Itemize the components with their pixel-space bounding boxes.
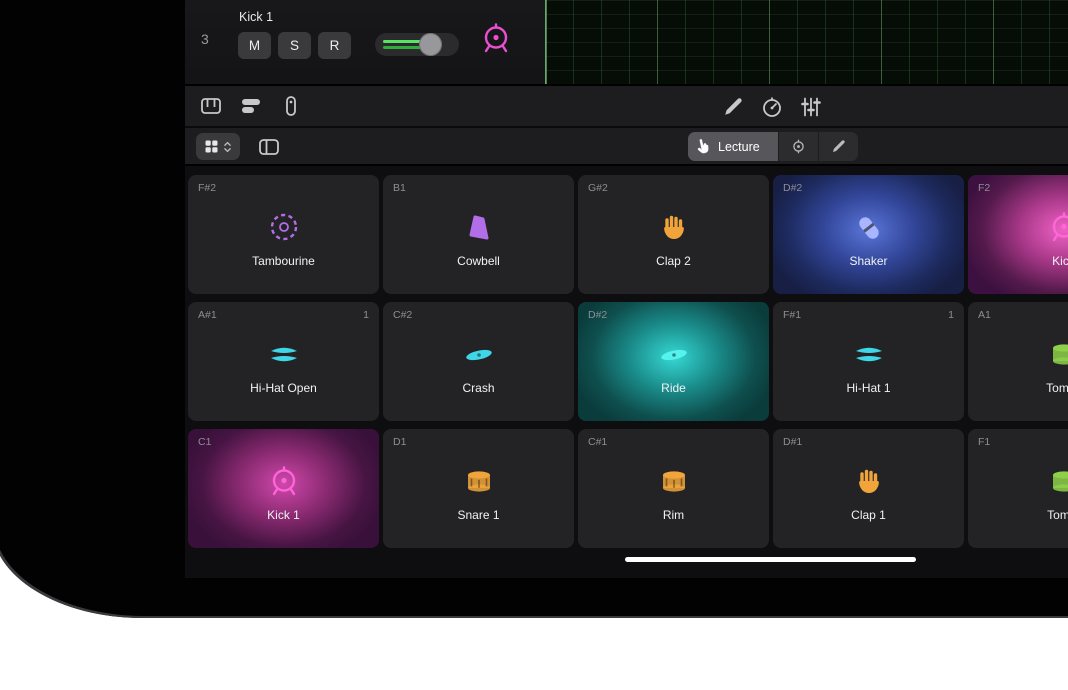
horizontal-scrollbar[interactable] xyxy=(625,557,916,562)
tracks-area[interactable] xyxy=(545,0,1068,84)
keyboard-strip-icon[interactable] xyxy=(279,94,303,118)
target-button[interactable] xyxy=(778,132,818,161)
grid-view-button[interactable] xyxy=(196,133,240,160)
pad-name-label: Crash xyxy=(383,381,574,395)
hihat-icon xyxy=(267,338,301,372)
drum-pad-rim[interactable]: C#1 Rim xyxy=(578,429,769,548)
target-icon xyxy=(790,138,807,155)
pad-note-label: F#2 xyxy=(198,182,216,194)
pad-note-label: G#2 xyxy=(588,182,608,194)
app-screen: 3 Kick 1 M S R xyxy=(185,0,1068,578)
kick-drum-icon xyxy=(479,22,513,56)
pad-mode-segmented-control: Lecture xyxy=(688,132,858,161)
sidebar-toggle-icon[interactable] xyxy=(257,135,281,159)
chevron-up-down-icon xyxy=(223,140,232,154)
surface-switcher xyxy=(185,94,303,118)
drum-pad-clap-1[interactable]: D#1 Clap 1 xyxy=(773,429,964,548)
drum-pad-snare-1[interactable]: D1 Snare 1 xyxy=(383,429,574,548)
pad-name-label: Tambourine xyxy=(188,254,379,268)
pad-note-label: D#2 xyxy=(588,309,607,321)
pad-note-label: D#1 xyxy=(783,436,802,448)
pad-name-label: Kick xyxy=(968,254,1068,268)
pad-note-label: C1 xyxy=(198,436,211,448)
pad-note-label: F1 xyxy=(978,436,990,448)
pad-note-label: C#1 xyxy=(588,436,607,448)
clap-icon xyxy=(657,211,691,245)
pad-name-label: Clap 2 xyxy=(578,254,769,268)
cymbal-icon xyxy=(657,338,691,372)
kick-icon xyxy=(1047,211,1068,245)
pad-name-label: Hi-Hat Open xyxy=(188,381,379,395)
track-header-row: 3 Kick 1 M S R xyxy=(185,0,1068,86)
drum-pad-hi-hat-open[interactable]: A#1 1 Hi-Hat Open xyxy=(188,302,379,421)
drum-pad-ride[interactable]: D#2 Ride xyxy=(578,302,769,421)
pad-note-label: D1 xyxy=(393,436,406,448)
edit-button[interactable] xyxy=(818,132,858,161)
cowbell-icon xyxy=(462,211,496,245)
pad-name-label: Cowbell xyxy=(383,254,574,268)
drum-pad-clap-2[interactable]: G#2 Clap 2 xyxy=(578,175,769,294)
mute-button[interactable]: M xyxy=(238,32,271,59)
drum-pad-grid: F#2 Tambourine B1 Cowbell G#2 Clap 2 D#2 Shaker… xyxy=(188,175,1068,548)
kick-icon xyxy=(267,465,301,499)
volume-slider[interactable] xyxy=(375,33,459,56)
drum-pad-tom-l[interactable]: F1 Tom L xyxy=(968,429,1068,548)
drum-pad-shaker[interactable]: D#2 Shaker xyxy=(773,175,964,294)
drum-pad-kick-1[interactable]: C1 Kick 1 xyxy=(188,429,379,548)
pad-name-label: Tom H xyxy=(968,381,1068,395)
pad-name-label: Hi-Hat 1 xyxy=(773,381,964,395)
pad-name-label: Tom L xyxy=(968,508,1068,522)
tuner-icon[interactable] xyxy=(760,95,784,119)
pencil-icon xyxy=(830,138,847,155)
drum-pad-hi-hat-1[interactable]: F#1 1 Hi-Hat 1 xyxy=(773,302,964,421)
pad-name-label: Ride xyxy=(578,381,769,395)
pad-name-label: Rim xyxy=(578,508,769,522)
pad-note-label: A#1 xyxy=(198,309,217,321)
pad-choke-group-badge: 1 xyxy=(948,309,954,321)
drum-pads-area: F#2 Tambourine B1 Cowbell G#2 Clap 2 D#2 Shaker… xyxy=(185,166,1068,578)
pad-name-label: Snare 1 xyxy=(383,508,574,522)
drum-pad-tambourine[interactable]: F#2 Tambourine xyxy=(188,175,379,294)
pad-note-label: F2 xyxy=(978,182,990,194)
pad-note-label: A1 xyxy=(978,309,991,321)
tambourine-icon xyxy=(267,211,301,245)
record-button[interactable]: R xyxy=(318,32,351,59)
control-bar xyxy=(185,86,1068,128)
pad-choke-group-badge: 1 xyxy=(363,309,369,321)
piano-icon[interactable] xyxy=(199,94,223,118)
hihat-icon xyxy=(852,338,886,372)
play-mode-button[interactable]: Lecture xyxy=(688,132,778,161)
track-number: 3 xyxy=(201,31,209,47)
cymbal-icon xyxy=(462,338,496,372)
drum-pad-cowbell[interactable]: B1 Cowbell xyxy=(383,175,574,294)
view-bar: Lecture xyxy=(185,128,1068,166)
snare-icon xyxy=(657,465,691,499)
pad-note-label: F#1 xyxy=(783,309,801,321)
solo-button[interactable]: S xyxy=(278,32,311,59)
clap-icon xyxy=(852,465,886,499)
pad-note-label: D#2 xyxy=(783,182,802,194)
pad-name-label: Kick 1 xyxy=(188,508,379,522)
pad-name-label: Shaker xyxy=(773,254,964,268)
snare-icon xyxy=(462,465,496,499)
mixer-icon[interactable] xyxy=(799,95,823,119)
hand-cursor-icon xyxy=(696,137,714,155)
grid-view-icon xyxy=(204,139,219,154)
track-name: Kick 1 xyxy=(239,10,273,24)
volume-slider-knob[interactable] xyxy=(419,33,442,56)
pad-note-label: B1 xyxy=(393,182,406,194)
shaker-icon xyxy=(852,211,886,245)
track-header: 3 Kick 1 M S R xyxy=(185,0,545,84)
pad-note-label: C#2 xyxy=(393,309,412,321)
play-mode-label: Lecture xyxy=(718,140,760,154)
tom-icon xyxy=(1047,338,1068,372)
cells-icon[interactable] xyxy=(239,94,263,118)
drum-pad-tom-h[interactable]: A1 Tom H xyxy=(968,302,1068,421)
pad-name-label: Clap 1 xyxy=(773,508,964,522)
drum-pad-crash[interactable]: C#2 Crash xyxy=(383,302,574,421)
pencil-icon[interactable] xyxy=(721,95,745,119)
tom-icon xyxy=(1047,465,1068,499)
drum-pad-kick[interactable]: F2 Kick xyxy=(968,175,1068,294)
